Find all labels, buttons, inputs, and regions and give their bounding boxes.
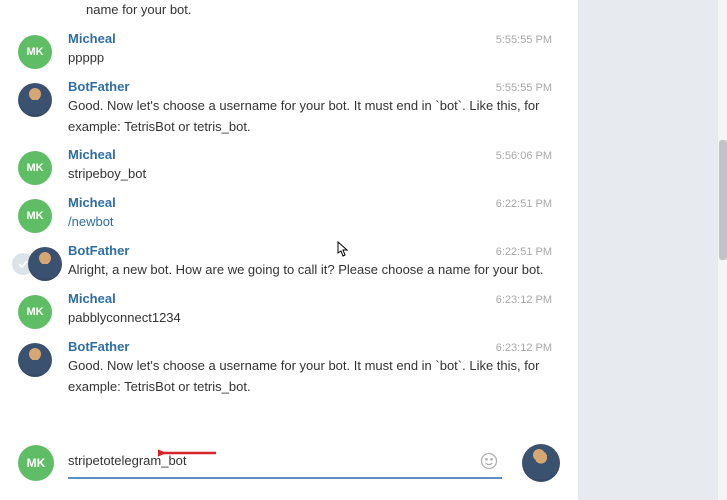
sender-name[interactable]: Micheal <box>68 31 116 46</box>
avatar[interactable] <box>18 83 52 117</box>
scrollbar-thumb[interactable] <box>719 140 727 260</box>
message-row: MK Micheal 5:55:55 PM ppppp <box>18 29 560 77</box>
input-bar: MK <box>0 434 578 500</box>
timestamp: 6:23:12 PM <box>496 294 552 306</box>
bot-avatar-button[interactable] <box>522 444 560 482</box>
sender-name[interactable]: Micheal <box>68 195 116 210</box>
avatar[interactable] <box>18 343 52 377</box>
message-input[interactable] <box>68 449 476 472</box>
message-text: pabblyconnect1234 <box>68 306 552 329</box>
avatar[interactable]: MK <box>18 445 54 481</box>
message-text: stripeboy_bot <box>68 162 552 185</box>
timestamp: 6:22:51 PM <box>496 198 552 210</box>
message-text: ppppp <box>68 46 552 69</box>
sender-name[interactable]: BotFather <box>68 243 129 258</box>
avatar[interactable]: MK <box>18 199 52 233</box>
message-row: MK Micheal 6:23:12 PM pabblyconnect1234 <box>18 289 560 337</box>
message-row: MK Micheal 6:22:51 PM /newbot <box>18 193 560 241</box>
avatar[interactable]: MK <box>18 295 52 329</box>
message-row: MK Micheal 5:56:06 PM stripeboy_bot <box>18 145 560 193</box>
avatar[interactable]: MK <box>18 35 52 69</box>
sender-name[interactable]: BotFather <box>68 339 129 354</box>
emoji-button[interactable] <box>476 448 502 474</box>
annotation-arrow-icon <box>158 445 218 461</box>
message-row: BotFather 5:55:55 PM Good. Now let's cho… <box>18 77 560 146</box>
message-text: Good. Now let's choose a username for yo… <box>68 354 552 398</box>
sender-name[interactable]: Micheal <box>68 147 116 162</box>
timestamp: 5:55:55 PM <box>496 82 552 94</box>
message-row: BotFather 6:22:51 PM Alright, a new bot.… <box>18 241 560 289</box>
scrollbar-track[interactable] <box>717 0 727 500</box>
message-text[interactable]: /newbot <box>68 210 552 233</box>
sender-name[interactable]: Micheal <box>68 291 116 306</box>
message-text: Alright, a new bot. How are we going to … <box>68 258 552 281</box>
avatar[interactable] <box>28 247 62 281</box>
message-row: BotFather 6:23:12 PM Good. Now let's cho… <box>18 337 560 406</box>
chat-panel: name for your bot. MK Micheal 5:55:55 PM… <box>0 0 578 500</box>
sender-name[interactable]: BotFather <box>68 79 129 94</box>
message-text: Good. Now let's choose a username for yo… <box>68 94 552 138</box>
timestamp: 5:56:06 PM <box>496 150 552 162</box>
avatar[interactable]: MK <box>18 151 52 185</box>
timestamp: 6:22:51 PM <box>496 246 552 258</box>
right-pane <box>578 0 727 500</box>
timestamp: 5:55:55 PM <box>496 34 552 46</box>
chat-scroll[interactable]: name for your bot. MK Micheal 5:55:55 PM… <box>0 0 578 434</box>
timestamp: 6:23:12 PM <box>496 342 552 354</box>
partial-prev-message: name for your bot. <box>18 0 560 29</box>
